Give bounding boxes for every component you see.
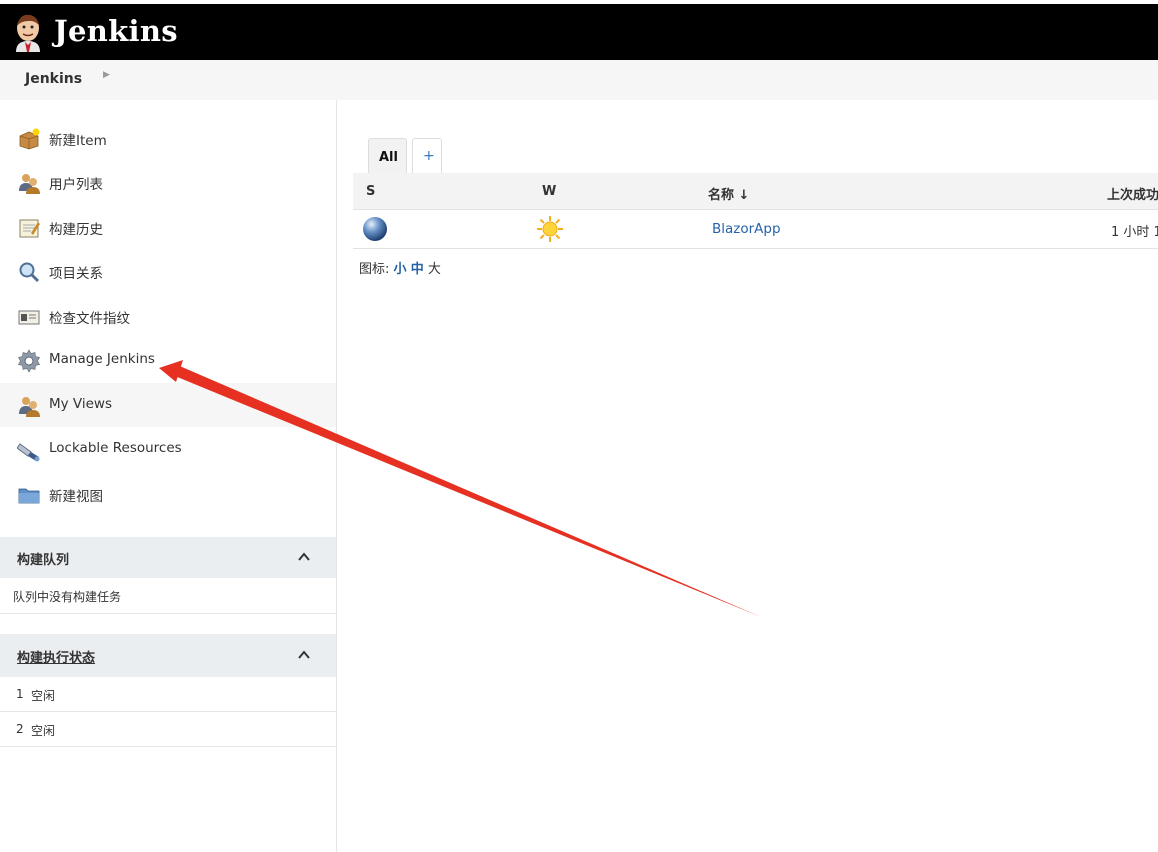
folder-icon (18, 488, 40, 504)
tab-new-view[interactable]: + (412, 138, 442, 174)
sidebar-item-build-history[interactable]: 构建历史 (0, 205, 336, 249)
sidebar-item-manage-jenkins[interactable]: Manage Jenkins (0, 338, 336, 382)
breadcrumb-dropdown-icon[interactable]: ▶ (103, 70, 110, 80)
sidebar-item-label: 项目关系 (49, 266, 103, 282)
tab-all[interactable]: All (368, 138, 407, 174)
icon-size-medium-link[interactable]: 中 (411, 262, 424, 277)
column-header-weather[interactable]: W (542, 184, 556, 199)
magnifier-icon (19, 262, 40, 283)
sidebar-item-new-view[interactable]: 新建视图 (0, 472, 336, 516)
sidebar-item-label: 新建视图 (49, 489, 103, 505)
sidebar-item-lockable-resources[interactable]: Lockable Resources (0, 427, 336, 471)
app-title[interactable]: Jenkins (54, 14, 178, 48)
job-name-link[interactable]: BlazorApp (712, 221, 781, 237)
sidebar-item-label: 构建历史 (49, 222, 103, 238)
chevron-up-icon[interactable] (297, 648, 311, 662)
executor-row: 2 空闲 (0, 712, 336, 747)
column-header-name[interactable]: 名称 ↓ (708, 184, 749, 203)
executor-status: 空闲 (31, 724, 56, 738)
blue-ball-icon (363, 217, 387, 241)
notepad-icon (19, 219, 40, 238)
header-bar: Jenkins (0, 4, 1158, 60)
build-queue-title: 构建队列 (17, 553, 70, 568)
sidebar-item-label: 用户列表 (49, 177, 103, 193)
sidebar-item-new-item[interactable]: 新建Item (0, 116, 336, 160)
gear-icon (18, 349, 40, 373)
table-row: BlazorApp 1 小时 1 (353, 210, 1158, 249)
build-queue-header[interactable]: 构建队列 (0, 537, 336, 578)
sidebar-item-label: 检查文件指纹 (49, 311, 130, 327)
users-icon (19, 174, 40, 194)
executor-status: 空闲 (31, 689, 56, 703)
chevron-up-icon[interactable] (297, 550, 311, 564)
breadcrumb-jenkins[interactable]: Jenkins (25, 71, 82, 87)
sun-icon (537, 216, 563, 242)
icon-size-large-current[interactable]: 大 (428, 262, 441, 277)
breadcrumb: Jenkins ▶ (0, 60, 1158, 100)
tab-all-label: All (379, 150, 398, 165)
executors-title[interactable]: 构建执行状态 (17, 647, 95, 666)
projects-table-header: S W 名称 ↓ 上次成功 (353, 173, 1158, 210)
sidebar-item-my-views[interactable]: My Views (0, 383, 336, 427)
executor-number: 2 (16, 722, 24, 736)
sidebar-item-label: My Views (49, 396, 112, 412)
last-success-cell: 1 小时 1 (1111, 225, 1158, 240)
sidebar-item-label: Manage Jenkins (49, 351, 155, 367)
icon-size-label: 图标: (359, 262, 390, 277)
sidebar-item-users[interactable]: 用户列表 (0, 160, 336, 204)
column-header-status[interactable]: S (366, 184, 375, 199)
sidebar-item-fingerprint[interactable]: 检查文件指纹 (0, 294, 336, 338)
column-header-last-success[interactable]: 上次成功 (1107, 184, 1158, 203)
tab-new-view-label: + (423, 148, 435, 164)
executor-row: 1 空闲 (0, 677, 336, 712)
icon-size-small-link[interactable]: 小 (394, 262, 407, 277)
new-item-icon (19, 128, 40, 150)
sidebar: 新建Item 用户列表 构建历史 项目关系 检查文件指纹 Manage Jenk… (0, 100, 337, 852)
fingerprint-card-icon (18, 310, 40, 325)
build-queue-empty: 队列中没有构建任务 (0, 578, 336, 614)
sidebar-item-label: 新建Item (49, 133, 107, 149)
icon-size-selector: 图标: 小 中 大 (359, 258, 441, 277)
sidebar-item-project-relationship[interactable]: 项目关系 (0, 249, 336, 293)
jenkins-butler-icon[interactable] (12, 12, 44, 52)
users-icon (19, 397, 40, 417)
executors-header[interactable]: 构建执行状态 (0, 634, 336, 677)
executor-number: 1 (16, 687, 24, 701)
sidebar-item-label: Lockable Resources (49, 440, 182, 456)
build-queue-empty-text: 队列中没有构建任务 (13, 590, 122, 604)
usb-lock-icon (17, 443, 40, 462)
main-panel: All + S W 名称 ↓ 上次成功 BlazorApp 1 小时 1 图标:… (337, 100, 1158, 852)
